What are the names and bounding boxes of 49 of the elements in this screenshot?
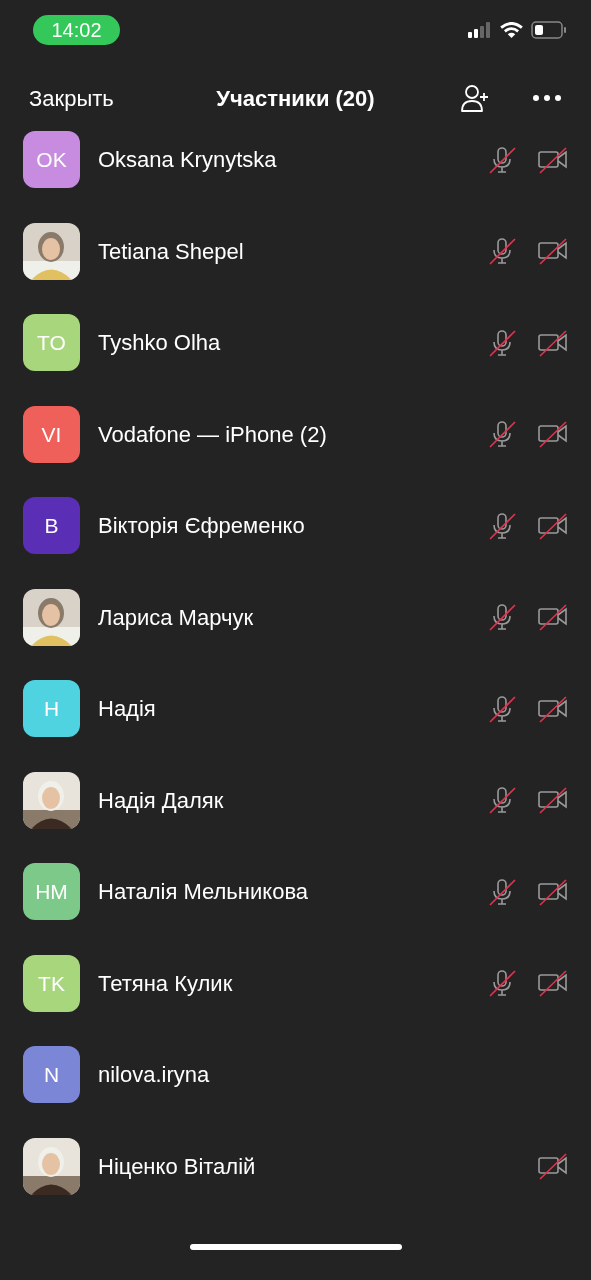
avatar: HM	[23, 863, 80, 921]
close-button[interactable]: Закрыть	[29, 81, 114, 115]
header-title: Участники (20)	[216, 84, 375, 113]
camera-off-icon[interactable]	[537, 968, 569, 999]
avatar: OK	[23, 131, 80, 189]
participant-name: Tyshko Olha	[98, 329, 221, 358]
participant-name: Тетяна Кулик	[98, 969, 233, 998]
muted-microphone-icon[interactable]	[487, 602, 517, 633]
camera-off-icon[interactable]	[537, 419, 569, 450]
camera-off-icon[interactable]	[537, 693, 569, 724]
participant-name: Наталія Мельникова	[98, 878, 309, 907]
wifi-icon	[500, 21, 523, 39]
muted-microphone-icon[interactable]	[487, 419, 517, 450]
participant-name: Oksana Krynytska	[98, 146, 277, 175]
muted-microphone-icon[interactable]	[487, 968, 517, 999]
camera-off-icon[interactable]	[537, 1151, 569, 1182]
more-icon[interactable]	[532, 94, 562, 102]
participant-name: nilova.iryna	[98, 1061, 210, 1090]
battery-icon	[531, 21, 567, 39]
status-time: 14:02	[33, 15, 120, 45]
camera-off-icon[interactable]	[537, 144, 569, 175]
avatar: TK	[23, 954, 80, 1012]
camera-off-icon[interactable]	[537, 876, 569, 907]
muted-microphone-icon[interactable]	[487, 144, 517, 175]
add-person-icon[interactable]	[460, 83, 490, 113]
avatar: H	[23, 680, 80, 738]
participant-name: Ніценко Віталій	[98, 1152, 256, 1181]
camera-off-icon[interactable]	[537, 785, 569, 816]
avatar: TO	[23, 314, 80, 372]
participant-name: Надія	[98, 695, 156, 724]
camera-off-icon[interactable]	[537, 510, 569, 541]
muted-microphone-icon[interactable]	[487, 327, 517, 358]
participant-name: Вікторія Єфременко	[98, 512, 305, 541]
camera-off-icon[interactable]	[537, 327, 569, 358]
participant-name: Лариса Марчук	[98, 603, 254, 632]
muted-microphone-icon[interactable]	[487, 236, 517, 267]
participant-name: Vodafone — iPhone (2)	[98, 420, 327, 449]
camera-off-icon[interactable]	[537, 236, 569, 267]
avatar: B	[23, 497, 80, 555]
avatar: N	[23, 1046, 80, 1104]
camera-off-icon[interactable]	[537, 602, 569, 633]
muted-microphone-icon[interactable]	[487, 510, 517, 541]
muted-microphone-icon[interactable]	[487, 785, 517, 816]
muted-microphone-icon[interactable]	[487, 693, 517, 724]
avatar: VI	[23, 405, 80, 463]
signal-icon	[468, 22, 492, 38]
participant-name: Надія Даляк	[98, 786, 224, 815]
participant-name: Tetiana Shepel	[98, 237, 244, 266]
muted-microphone-icon[interactable]	[487, 876, 517, 907]
